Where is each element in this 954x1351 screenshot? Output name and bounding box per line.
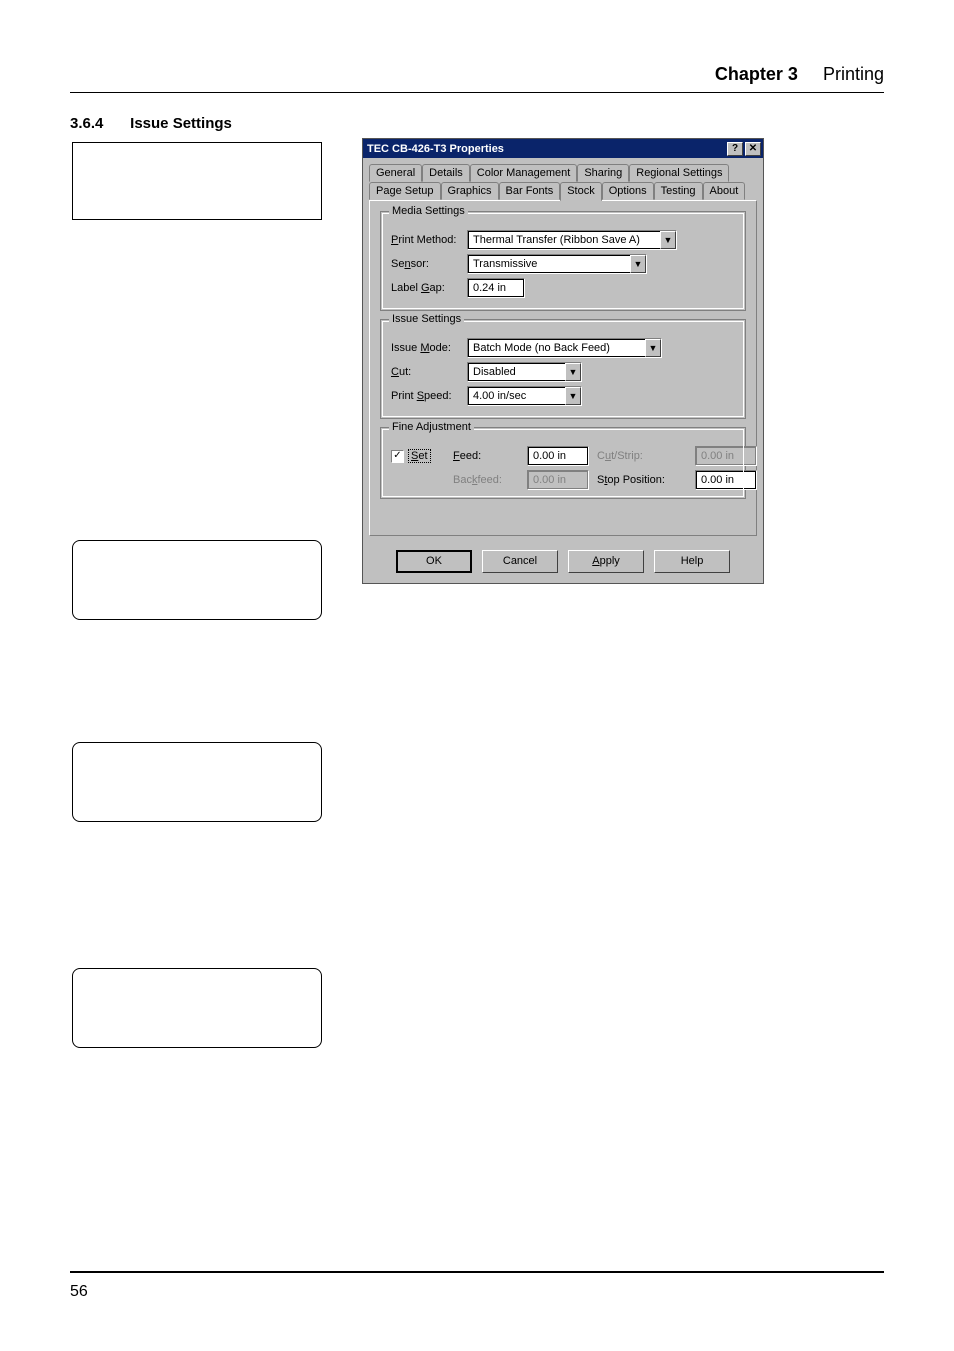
tab-about[interactable]: About [703,182,746,200]
section-number: 3.6.4 [70,115,126,132]
ok-button[interactable]: OK [396,550,472,573]
tab-graphics[interactable]: Graphics [441,182,499,200]
tabs-row-2: Page Setup Graphics Bar Fonts Stock Opti… [363,182,763,200]
backfeed-input: 0.00 in [527,470,589,490]
help-button-bottom[interactable]: Help [654,550,730,573]
tab-regional-settings[interactable]: Regional Settings [629,164,729,182]
feed-label: Feed: [453,450,519,462]
fine-adjustment-group: Fine Adjustment ✓ Set Feed: 0.00 in Cut/… [380,427,746,499]
dialog-titlebar[interactable]: TEC CB-426-T3 Properties ? ✕ [363,139,763,158]
callout-box-4 [72,968,322,1048]
cut-strip-label: Cut/Strip: [597,450,687,462]
dropdown-arrow-icon: ▼ [660,231,676,249]
section-heading: 3.6.4 Issue Settings [70,115,232,132]
cut-value: Disabled [468,363,565,381]
tab-general[interactable]: General [369,164,422,182]
running-header: Chapter 3 Printing [715,64,884,85]
stop-position-label: Stop Position: [597,474,687,486]
cut-label: Cut: [391,366,467,378]
help-button[interactable]: ? [727,142,743,156]
print-method-label: Print Method: [391,234,467,246]
section-title: Issue Settings [130,115,232,132]
issue-settings-legend: Issue Settings [389,313,464,325]
fine-adjustment-legend: Fine Adjustment [389,421,474,433]
stop-position-input[interactable]: 0.00 in [695,470,757,490]
cut-select[interactable]: Disabled ▼ [467,362,582,382]
print-speed-select[interactable]: 4.00 in/sec ▼ [467,386,582,406]
print-method-value: Thermal Transfer (Ribbon Save A) [468,231,660,249]
media-settings-group: Media Settings Print Method: Thermal Tra… [380,211,746,311]
callout-box-2 [72,540,322,620]
sensor-label: Sensor: [391,258,467,270]
tab-page-setup[interactable]: Page Setup [369,182,441,200]
apply-button[interactable]: Apply [568,550,644,573]
cut-strip-input: 0.00 in [695,446,757,466]
issue-settings-group: Issue Settings Issue Mode: Batch Mode (n… [380,319,746,419]
footer-rule [70,1271,884,1273]
set-label: Set [408,449,431,463]
print-speed-label: Print Speed: [391,390,467,402]
dropdown-arrow-icon: ▼ [645,339,661,357]
header-rule [70,92,884,93]
cancel-button[interactable]: Cancel [482,550,558,573]
backfeed-label: Backfeed: [453,474,519,486]
document-page: Chapter 3 Printing 3.6.4 Issue Settings … [0,0,954,1351]
callout-box-3 [72,742,322,822]
sensor-value: Transmissive [468,255,630,273]
dialog-title: TEC CB-426-T3 Properties [367,143,504,155]
issue-mode-select[interactable]: Batch Mode (no Back Feed) ▼ [467,338,662,358]
print-method-select[interactable]: Thermal Transfer (Ribbon Save A) ▼ [467,230,677,250]
chapter-title: Printing [823,64,884,84]
dropdown-arrow-icon: ▼ [565,363,581,381]
tab-options[interactable]: Options [602,182,654,200]
page-number: 56 [70,1283,88,1301]
tab-sharing[interactable]: Sharing [577,164,629,182]
feed-input[interactable]: 0.00 in [527,446,589,466]
dialog-button-row: OK Cancel Apply Help [363,542,763,583]
tab-panel-stock: Media Settings Print Method: Thermal Tra… [369,200,757,536]
tab-stock[interactable]: Stock [560,182,602,201]
set-checkbox[interactable]: ✓ Set [391,449,445,463]
issue-mode-label: Issue Mode: [391,342,467,354]
label-gap-label: Label Gap: [391,282,467,294]
dropdown-arrow-icon: ▼ [630,255,646,273]
properties-dialog: TEC CB-426-T3 Properties ? ✕ General Det… [362,138,764,584]
tab-testing[interactable]: Testing [654,182,703,200]
chapter-label: Chapter 3 [715,64,798,84]
tab-details[interactable]: Details [422,164,470,182]
issue-mode-value: Batch Mode (no Back Feed) [468,339,645,357]
checkbox-box: ✓ [391,450,404,463]
tabs-row-1: General Details Color Management Sharing… [363,158,763,182]
media-settings-legend: Media Settings [389,205,468,217]
print-speed-value: 4.00 in/sec [468,387,565,405]
tab-bar-fonts[interactable]: Bar Fonts [499,182,561,200]
tab-color-management[interactable]: Color Management [470,164,578,182]
dropdown-arrow-icon: ▼ [565,387,581,405]
close-button[interactable]: ✕ [745,142,761,156]
sensor-select[interactable]: Transmissive ▼ [467,254,647,274]
callout-box-1 [72,142,322,220]
label-gap-input[interactable]: 0.24 in [467,278,525,298]
